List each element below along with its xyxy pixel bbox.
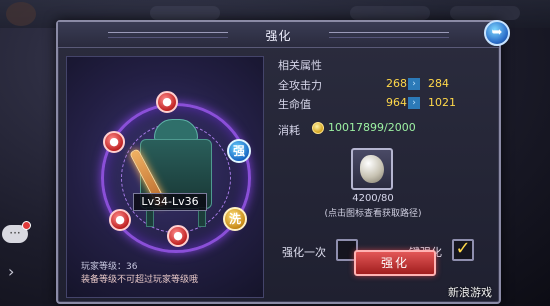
chat-button[interactable]: ···: [2, 221, 31, 243]
lock-icon[interactable]: ●: [156, 91, 178, 113]
notification-dot: [22, 221, 31, 230]
lock-icon[interactable]: ●: [109, 209, 131, 231]
lock-icon[interactable]: ●: [167, 225, 189, 247]
cauldron-lid: [154, 119, 198, 141]
attribute-name: 生命值: [278, 98, 311, 111]
attribute-old-value: 964: [386, 96, 407, 109]
one-key-enhance-checkbox[interactable]: ✓: [452, 239, 474, 261]
background-pill: [350, 6, 430, 20]
player-level: 玩家等级：36: [81, 262, 138, 272]
background-pill: [450, 6, 520, 20]
background-pill: [150, 6, 220, 20]
material-count: 4200/80: [352, 193, 394, 204]
enhance-modal: 强化 Lv34-Lv36 ● ● ● ● 强 洗 玩家等级：36 装备等级不可超…: [56, 20, 501, 304]
expand-arrow-icon[interactable]: ›: [8, 262, 18, 282]
material-slot[interactable]: [351, 148, 393, 190]
enhance-rune-icon[interactable]: 强: [227, 139, 251, 163]
arrow-right-icon: ›: [408, 78, 420, 90]
attribute-new-value: 284: [428, 77, 449, 90]
attribute-old-value: 268: [386, 77, 407, 90]
attributes-title: 相关属性: [278, 59, 322, 72]
enhance-stone-icon: [360, 155, 384, 183]
equip-level-note: 装备等级不可超过玩家等级哦: [81, 275, 199, 285]
enhance-button[interactable]: 强化: [354, 250, 436, 276]
lock-icon[interactable]: ●: [103, 131, 125, 153]
cost-label: 消耗: [278, 124, 300, 137]
material-hint: (点击图标查看获取路径): [324, 209, 422, 219]
attribute-name: 全攻击力: [278, 79, 322, 92]
gold-coin-icon: [312, 122, 324, 134]
arrow-right-icon: ›: [408, 97, 420, 109]
modal-title: 强化: [265, 29, 292, 43]
wash-rune-icon[interactable]: 洗: [223, 207, 247, 231]
background-avatar: [6, 2, 36, 26]
equipment-portrait: Lv34-Lv36 ● ● ● ● 强 洗 玩家等级：36 装备等级不可超过玩家…: [66, 56, 264, 298]
modal-title-bar: 强化: [58, 22, 499, 48]
close-button[interactable]: ➥: [484, 20, 510, 46]
watermark: 新浪游戏: [448, 286, 492, 299]
equipment-level-range: Lv34-Lv36: [133, 193, 207, 211]
enhance-once-label: 强化一次: [282, 246, 326, 259]
attribute-new-value: 1021: [428, 96, 456, 109]
cost-value: 10017899/2000: [328, 121, 416, 134]
